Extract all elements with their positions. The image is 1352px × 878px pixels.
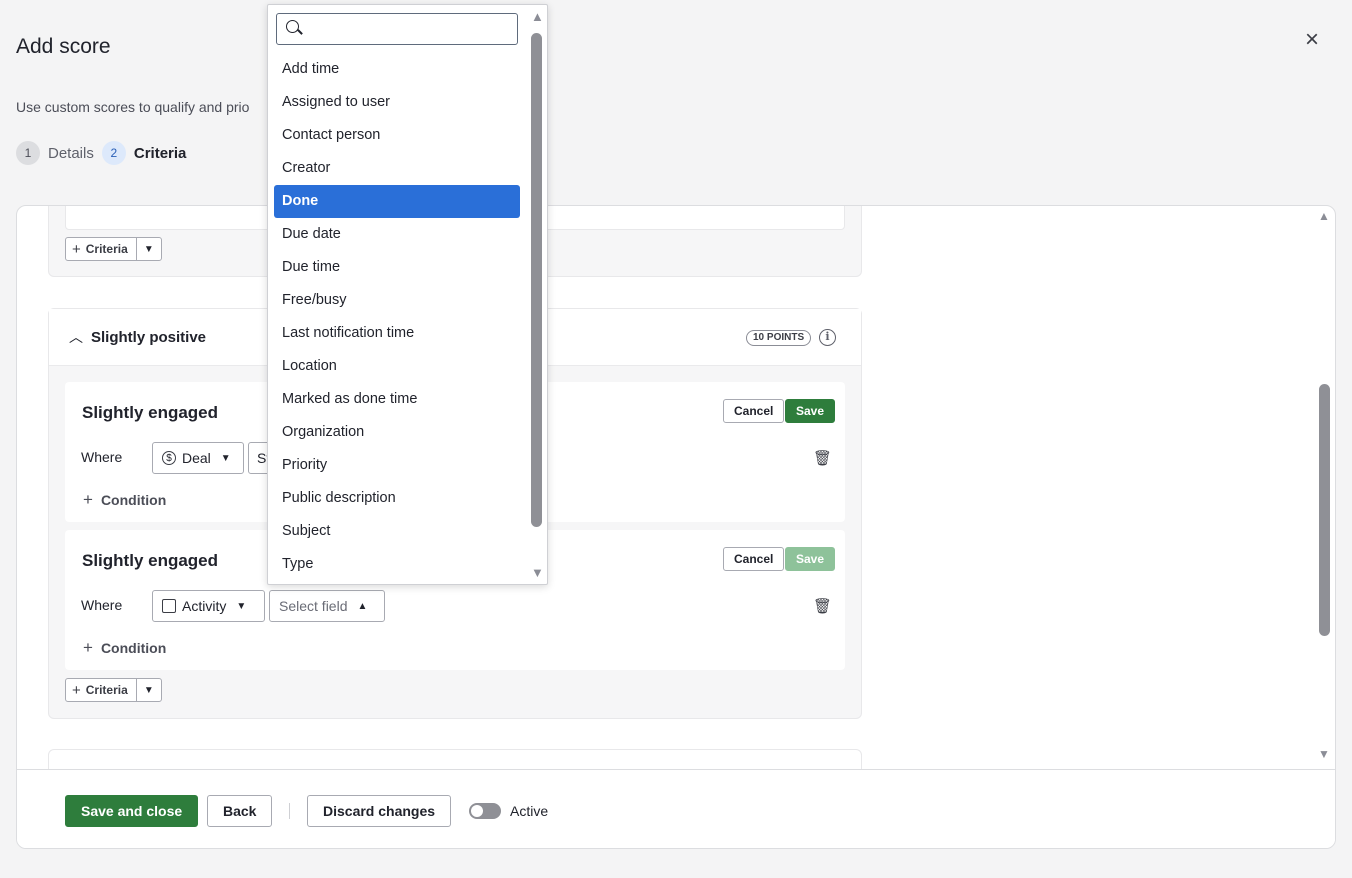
section-name: Slightly positive [91, 329, 207, 346]
rule-name: Slightly engaged [82, 551, 219, 570]
calendar-icon [162, 599, 176, 613]
chevron-up-icon: ▲ [357, 600, 368, 612]
active-label: Active [510, 803, 549, 819]
chevron-down-icon: ▼ [236, 600, 247, 612]
discard-changes-button[interactable]: Discard changes [307, 795, 452, 827]
add-criteria-split-button: + Criteria ▼ [65, 237, 162, 261]
step-number-criteria[interactable]: 2 [101, 141, 126, 165]
save-button[interactable]: Save [785, 547, 836, 571]
criteria-chevron-down-icon[interactable]: ▼ [137, 679, 161, 701]
add-criteria-label: Criteria [85, 683, 128, 697]
step-number-details[interactable]: 1 [16, 141, 40, 165]
scrollbar-thumb[interactable] [531, 33, 542, 527]
dropdown-option[interactable]: Contact person [274, 119, 520, 152]
chevron-down-icon: ▼ [220, 452, 231, 464]
add-criteria-button[interactable]: + Criteria [66, 238, 137, 260]
chevron-up-icon[interactable]: ︿ [69, 327, 83, 347]
dropdown-option[interactable]: Assigned to user [274, 86, 520, 119]
field-select[interactable]: Select field ▲ [269, 590, 385, 622]
modal-title: Add score [16, 35, 111, 58]
points-badge: 10 POINTS [746, 330, 812, 346]
dropdown-option[interactable]: Marked as done time [274, 383, 520, 416]
dropdown-option[interactable]: Due date [274, 218, 520, 251]
where-label: Where [81, 597, 123, 613]
scroll-down-icon[interactable]: ▼ [1318, 747, 1330, 761]
footer-divider [289, 803, 290, 819]
plus-icon: + [83, 638, 93, 657]
add-criteria-button[interactable]: + Criteria [66, 679, 137, 701]
scroll-up-icon[interactable]: ▲ [1318, 209, 1330, 223]
trash-icon[interactable]: 🗑 [813, 449, 832, 467]
plus-icon: + [83, 490, 93, 509]
entity-value: Deal [182, 450, 211, 466]
card-scrollbar[interactable]: ▲ ▼ [1318, 206, 1332, 769]
field-value: Select field [279, 598, 348, 614]
dropdown-option[interactable]: Free/busy [274, 284, 520, 317]
plus-icon: + [72, 681, 81, 699]
step-label-criteria[interactable]: Criteria [134, 145, 187, 162]
cancel-button[interactable]: Cancel [723, 547, 785, 571]
where-label: Where [81, 449, 123, 465]
plus-icon: + [72, 240, 81, 258]
scroll-up-icon[interactable]: ▲ [531, 9, 544, 24]
dropdown-list: Add time Assigned to user Contact person Cr… [274, 53, 520, 581]
criteria-chevron-down-icon[interactable]: ▼ [137, 238, 161, 260]
criteria-card: + Criteria ▼ ︿ Slightly positive 10 POINT… [16, 205, 1336, 849]
close-icon[interactable]: × [1300, 28, 1324, 52]
dropdown-option[interactable]: Subject [274, 515, 520, 548]
entity-value: Activity [182, 598, 227, 614]
stepper: 1 Details 2 Criteria [16, 141, 194, 165]
rule-name: Slightly engaged [82, 403, 219, 422]
dropdown-option[interactable]: Type [274, 548, 520, 581]
criteria-scroll-area: + Criteria ▼ ︿ Slightly positive 10 POINT… [17, 206, 1335, 769]
dropdown-scrollbar[interactable]: ▲ ▼ [528, 5, 547, 584]
back-button[interactable]: Back [207, 795, 273, 827]
add-condition-button[interactable]: + Condition [83, 638, 166, 658]
dropdown-option[interactable]: Priority [274, 449, 520, 482]
step-label-details[interactable]: Details [48, 145, 94, 162]
dollar-icon: $ [162, 451, 176, 465]
trash-icon[interactable]: 🗑 [813, 597, 832, 615]
scrollbar-thumb[interactable] [1319, 384, 1330, 636]
cancel-button[interactable]: Cancel [723, 399, 785, 423]
scroll-down-icon[interactable]: ▼ [531, 565, 544, 580]
dropdown-option[interactable]: Public description [274, 482, 520, 515]
dropdown-option[interactable]: Done [274, 185, 520, 218]
dropdown-option[interactable]: Organization [274, 416, 520, 449]
field-dropdown: Add time Assigned to user Contact person Cr… [267, 4, 548, 585]
dropdown-search-input[interactable] [276, 13, 518, 45]
save-button[interactable]: Save [785, 399, 836, 423]
footer: Save and close Back Discard changes Acti… [17, 769, 1335, 848]
dropdown-option[interactable]: Add time [274, 53, 520, 86]
add-criteria-split-button: + Criteria ▼ [65, 678, 162, 702]
entity-select[interactable]: Activity ▼ [152, 590, 265, 622]
add-condition-label: Condition [100, 492, 167, 508]
section-next [48, 749, 862, 769]
add-condition-label: Condition [100, 640, 167, 656]
dropdown-option[interactable]: Creator [274, 152, 520, 185]
active-toggle[interactable] [469, 803, 501, 819]
save-and-close-button[interactable]: Save and close [65, 795, 199, 827]
add-criteria-label: Criteria [85, 242, 128, 256]
dropdown-option[interactable]: Location [274, 350, 520, 383]
entity-select[interactable]: $ Deal ▼ [152, 442, 244, 474]
search-icon [286, 20, 299, 33]
dropdown-option[interactable]: Last notification time [274, 317, 520, 350]
info-icon[interactable]: i [819, 329, 836, 346]
add-condition-button[interactable]: + Condition [83, 490, 166, 510]
dropdown-option[interactable]: Due time [274, 251, 520, 284]
subtitle-start: Use custom scores to qualify and prio [16, 99, 250, 115]
